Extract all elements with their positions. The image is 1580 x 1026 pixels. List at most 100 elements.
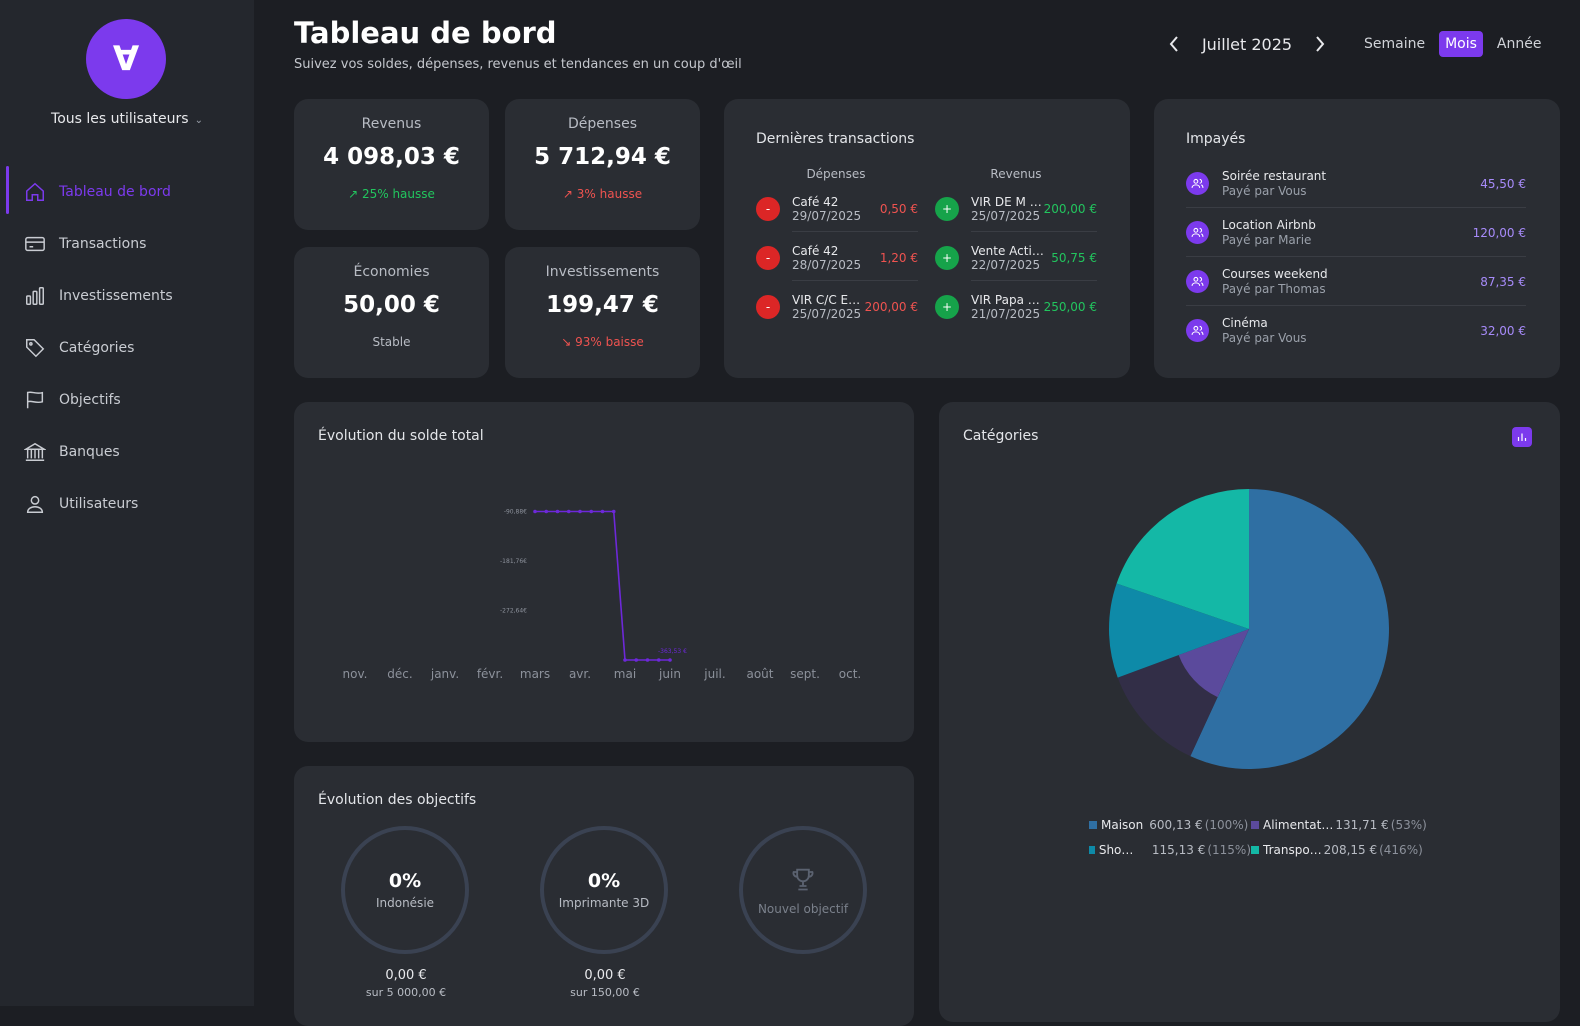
mode-year-button[interactable]: Année <box>1491 31 1548 57</box>
goal-percent: 0% <box>587 870 621 892</box>
users-icon <box>1186 172 1209 195</box>
credit-card-icon <box>24 233 46 255</box>
chevron-right-icon[interactable] <box>1310 31 1330 57</box>
tx-amount: 200,00 € <box>1043 201 1097 216</box>
trend-text: 25% hausse <box>361 187 435 201</box>
sidebar-item-investments[interactable]: Investissements <box>0 270 254 322</box>
user-icon <box>24 493 46 515</box>
legend-swatch <box>1089 846 1095 854</box>
unpaid-amount: 45,50 € <box>1480 176 1526 191</box>
data-point <box>578 509 582 514</box>
latest-transactions-card: Dernières transactions Dépenses Revenus … <box>724 99 1130 378</box>
card-title: Impayés <box>1186 131 1246 147</box>
user-selector-label: Tous les utilisateurs <box>51 111 189 127</box>
legend-percent: (115%) <box>1207 843 1251 857</box>
sidebar-item-users[interactable]: Utilisateurs <box>0 478 254 530</box>
x-tick-label: avr. <box>569 667 591 681</box>
sidebar-item-banks[interactable]: Banques <box>0 426 254 478</box>
sidebar-item-label: Utilisateurs <box>59 496 139 512</box>
users-icon <box>1186 221 1209 244</box>
data-point <box>555 509 560 514</box>
x-tick-label: déc. <box>387 667 412 681</box>
mode-week-button[interactable]: Semaine <box>1358 31 1431 57</box>
users-icon <box>1186 270 1209 293</box>
user-selector[interactable]: Tous les utilisateurs ⌄ <box>0 111 254 127</box>
main-content: Tableau de bord Suivez vos soldes, dépen… <box>254 0 1580 1026</box>
income-row[interactable]: + VIR Papa v… 21/07/2025 250,00 € <box>935 283 1097 330</box>
sidebar-nav: Tableau de bord Transactions Investissem… <box>0 166 254 530</box>
legend-item[interactable]: Transpo… 208,15 € (416%) <box>1251 843 1429 857</box>
x-tick-label: nov. <box>343 667 368 681</box>
expense-row[interactable]: - VIR C/C E… 25/07/2025 200,00 € <box>756 283 918 330</box>
plus-icon: + <box>935 294 959 319</box>
trend-text: 93% baisse <box>575 335 644 349</box>
minus-icon: - <box>756 245 780 270</box>
page-subtitle: Suivez vos soldes, dépenses, revenus et … <box>294 57 742 72</box>
sidebar-item-label: Transactions <box>59 236 147 252</box>
plus-icon: + <box>935 196 959 221</box>
x-tick-label: févr. <box>477 667 503 681</box>
sidebar-item-goals[interactable]: Objectifs <box>0 374 254 426</box>
expense-row[interactable]: - Café 42 29/07/2025 0,50 € <box>756 185 918 232</box>
stat-label: Investissements <box>545 264 660 280</box>
page-title: Tableau de bord <box>294 16 557 50</box>
tx-amount: 0,50 € <box>879 201 918 216</box>
sidebar-item-label: Objectifs <box>59 392 121 408</box>
flag-icon <box>24 389 46 411</box>
series-line <box>535 510 670 661</box>
unpaid-payer: Payé par Marie <box>1222 233 1312 247</box>
tx-date: 21/07/2025 <box>971 306 1041 321</box>
sidebar-item-transactions[interactable]: Transactions <box>0 218 254 270</box>
tx-name: VIR C/C E… <box>792 292 861 307</box>
legend-percent: (100%) <box>1204 818 1249 832</box>
goal-item[interactable]: 0% Imprimante 3D 0,00 € sur 150,00 € <box>540 826 670 999</box>
legend-item[interactable]: Alimentat… 131,71 € (53%) <box>1251 818 1429 832</box>
x-tick-label: août <box>746 667 773 681</box>
legend-item[interactable]: Shopping 115,13 €(115%) <box>1089 843 1251 857</box>
trend-down-icon: ↘ <box>561 335 572 349</box>
tx-date: 25/07/2025 <box>792 306 862 321</box>
chevron-down-icon: ⌄ <box>194 115 203 126</box>
chevron-left-icon[interactable] <box>1164 31 1184 57</box>
mode-month-button[interactable]: Mois <box>1439 31 1483 57</box>
balance-chart-card: Évolution du solde total nov. déc. janv. fé… <box>294 402 914 742</box>
expenses-header: Dépenses <box>806 167 866 181</box>
income-row[interactable]: + VIR DE M … 25/07/2025 200,00 € <box>935 185 1097 232</box>
unpaid-card: Impayés Soirée restaurant Payé par Vous 4… <box>1154 99 1560 378</box>
legend-name: Maison <box>1101 818 1144 832</box>
unpaid-row[interactable]: Soirée restaurant Payé par Vous 45,50 € <box>1186 159 1526 208</box>
tx-name: Café 42 <box>792 243 839 258</box>
card-title: Dernières transactions <box>756 131 915 147</box>
stat-trend: ↘ 93% baisse <box>505 335 700 349</box>
goal-progress-ring: 0% Indonésie <box>341 826 469 954</box>
unpaid-row[interactable]: Cinéma Payé par Vous 32,00 € <box>1186 306 1526 355</box>
x-tick-label: oct. <box>839 667 861 681</box>
expense-row[interactable]: - Café 42 28/07/2025 1,20 € <box>756 234 918 281</box>
unpaid-row[interactable]: Courses weekend Payé par Thomas 87,35 € <box>1186 257 1526 306</box>
divider <box>971 280 1097 281</box>
legend-item[interactable]: Maison 600,13 € (100%) <box>1089 818 1251 832</box>
trend-up-icon: ↗ <box>562 187 573 201</box>
sidebar-item-categories[interactable]: Catégories <box>0 322 254 374</box>
tx-date: 28/07/2025 <box>792 257 862 272</box>
trend-up-icon: ↗ <box>348 187 359 201</box>
sidebar-item-dashboard[interactable]: Tableau de bord <box>0 166 254 218</box>
legend-value: 131,71 € <box>1335 818 1389 832</box>
x-tick-label: mai <box>614 667 636 681</box>
stat-label: Économies <box>353 264 430 280</box>
income-row[interactable]: + Vente Actio… 22/07/2025 50,75 € <box>935 234 1097 281</box>
goal-percent: 0% <box>388 870 422 892</box>
tx-amount: 1,20 € <box>879 250 918 265</box>
minus-icon: - <box>756 294 780 319</box>
divider <box>792 280 918 281</box>
trend-text: 3% hausse <box>576 187 643 201</box>
sidebar-item-label: Tableau de bord <box>59 184 171 200</box>
new-goal-button[interactable]: Nouvel objectif <box>739 826 869 954</box>
unpaid-row[interactable]: Location Airbnb Payé par Marie 120,00 € <box>1186 208 1526 257</box>
goal-item[interactable]: 0% Indonésie 0,00 € sur 5 000,00 € <box>341 826 471 999</box>
x-tick-label: juin <box>658 667 681 681</box>
app-logo[interactable]: ∀ <box>86 19 166 99</box>
legend-value: 600,13 € <box>1149 818 1203 832</box>
unpaid-payer: Payé par Vous <box>1222 331 1307 345</box>
unpaid-name: Soirée restaurant <box>1222 169 1327 183</box>
